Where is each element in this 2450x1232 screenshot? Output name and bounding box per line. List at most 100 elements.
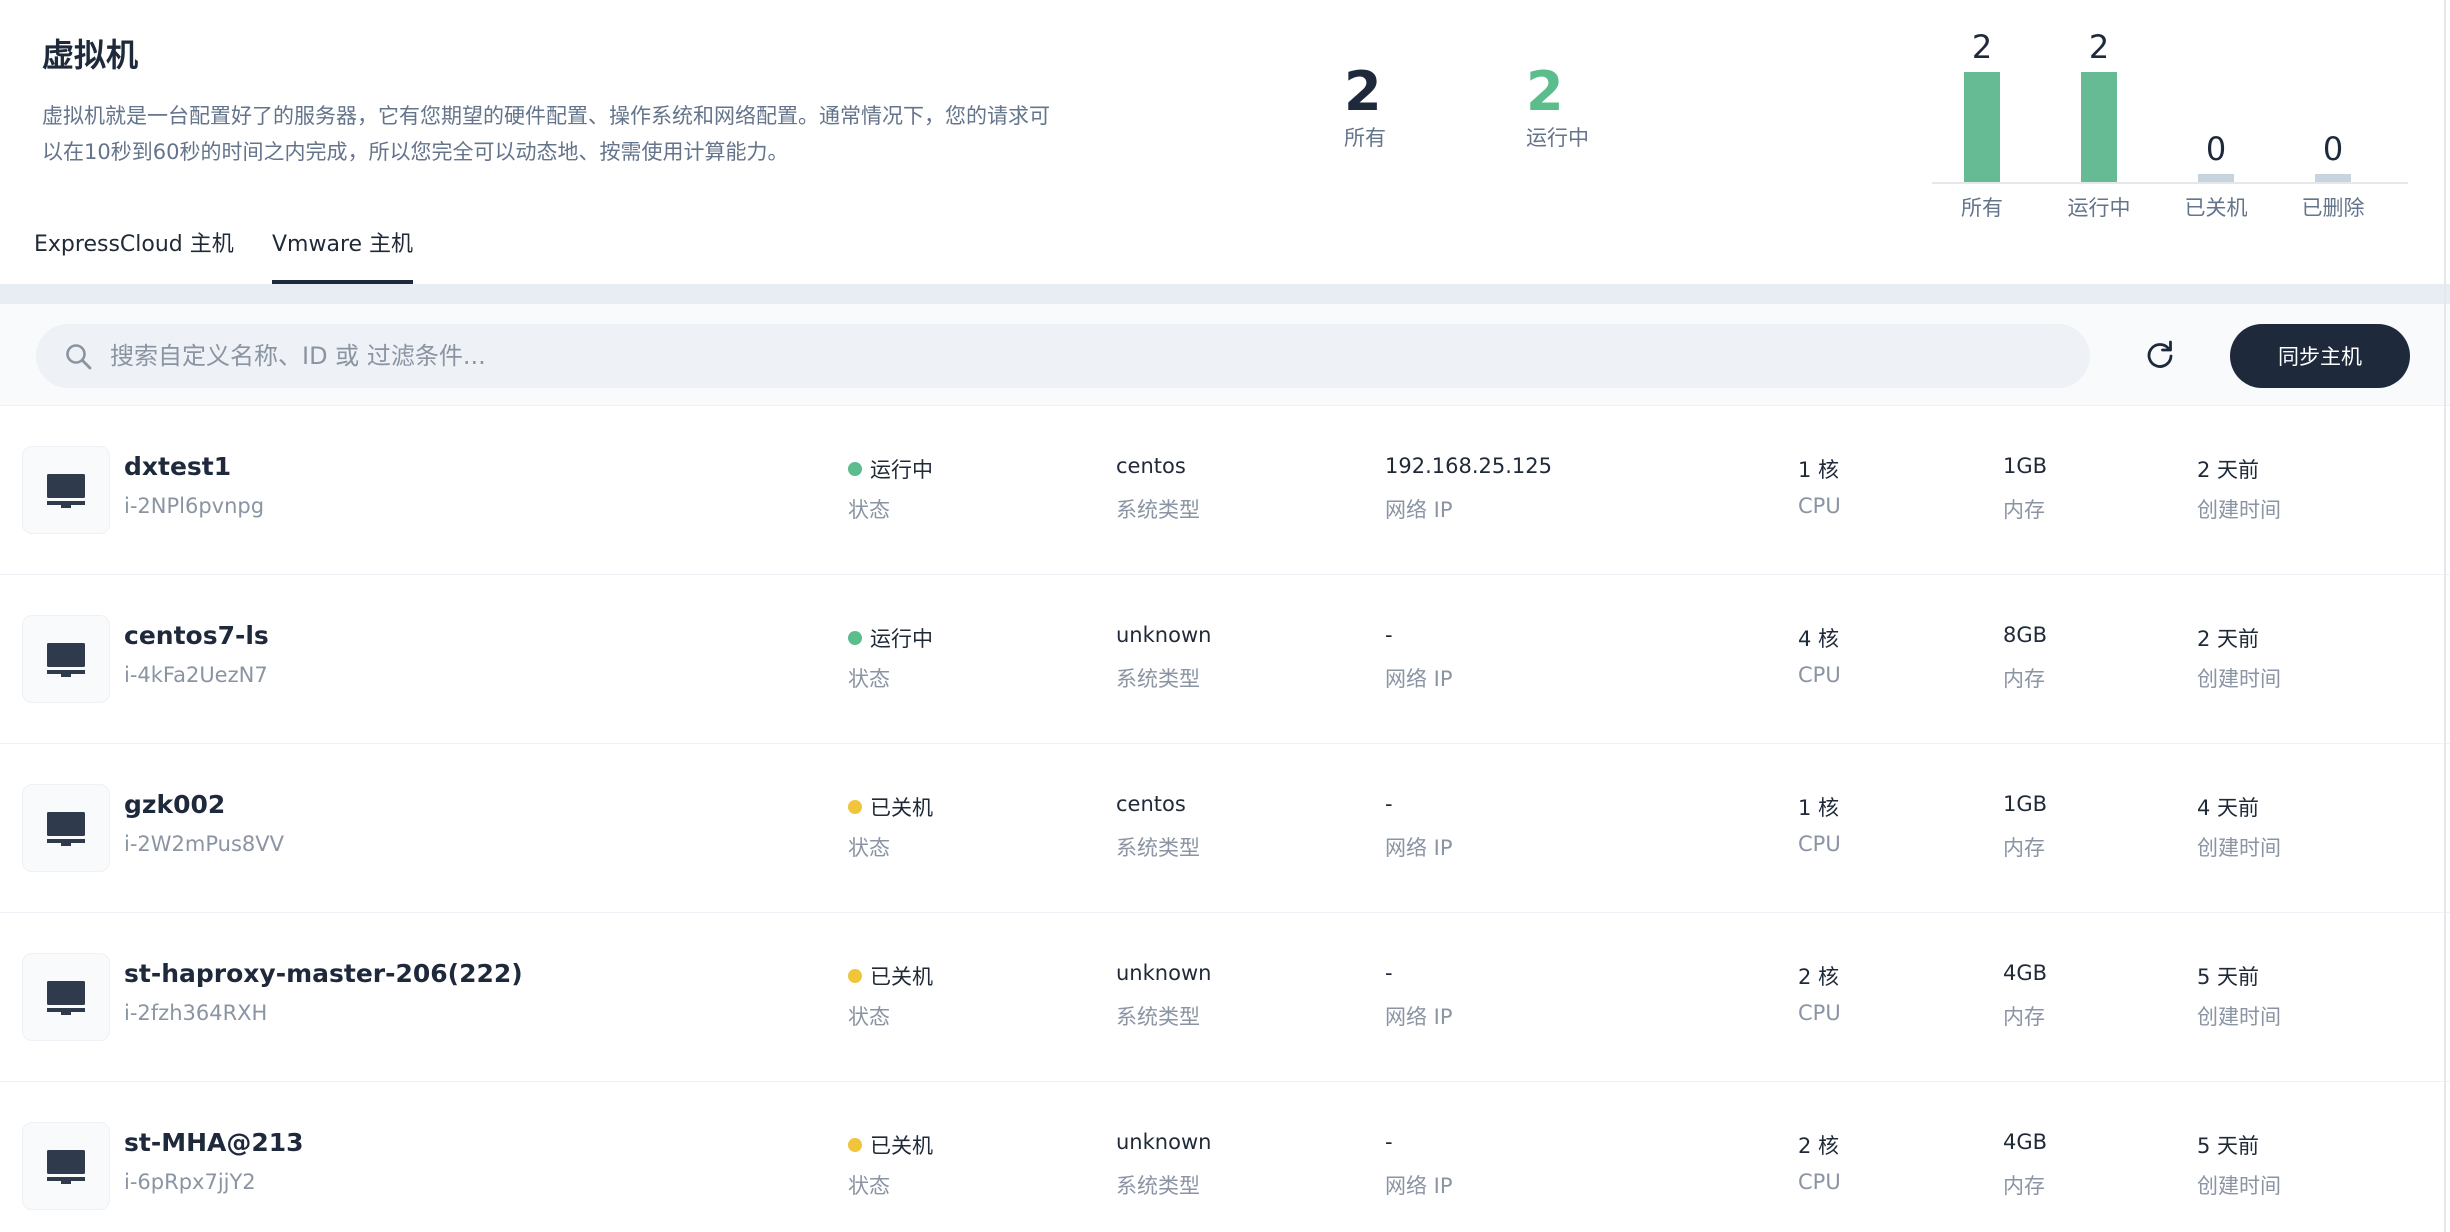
- vm-memory: 1GB: [2003, 454, 2048, 478]
- status-label: 状态: [848, 836, 890, 860]
- vm-name[interactable]: st-MHA@213: [124, 1128, 304, 1157]
- vm-ip: 192.168.25.125: [1385, 454, 1552, 478]
- vm-ip-cell: - 网络 IP: [1385, 1130, 1453, 1200]
- vm-ip-cell: - 网络 IP: [1385, 792, 1453, 862]
- chart-bar-label: 已关机: [2184, 196, 2248, 220]
- vm-row[interactable]: gzk002 i-2W2mPus8VV 已关机 状态 centos 系统类型 - 网络 IP 1…: [0, 744, 2450, 913]
- vm-created: 5 天前: [2197, 1134, 2260, 1158]
- toolbar: 同步主机: [0, 304, 2450, 406]
- vm-os-cell: centos 系统类型: [1116, 454, 1200, 524]
- vm-row[interactable]: centos7-ls i-4kFa2UezN7 运行中 状态 unknown 系统类型 - 网…: [0, 575, 2450, 744]
- status-dot-icon: [848, 1138, 862, 1152]
- vm-name[interactable]: centos7-ls: [124, 621, 269, 650]
- vm-id: i-6pRpx7jjY2: [124, 1170, 256, 1194]
- vm-memory: 4GB: [2003, 1130, 2048, 1154]
- status-dot-icon: [848, 462, 862, 476]
- chart-bar: [2198, 174, 2234, 182]
- status-dot-icon: [848, 800, 862, 814]
- chart-bar-group[interactable]: 2 运行中: [2049, 20, 2149, 230]
- vm-status-cell: 运行中 状态: [848, 623, 933, 693]
- stat-running[interactable]: 2 运行中: [1526, 62, 1589, 152]
- vm-memory: 8GB: [2003, 623, 2048, 647]
- vm-cpu-cell: 1 核 CPU: [1798, 454, 1841, 518]
- status-label: 状态: [848, 667, 890, 691]
- ip-label: 网络 IP: [1385, 836, 1453, 860]
- memory-label: 内存: [2003, 836, 2045, 860]
- chart-bar: [1964, 72, 2000, 182]
- vm-os-cell: unknown 系统类型: [1116, 1130, 1211, 1200]
- vm-memory: 4GB: [2003, 961, 2048, 985]
- vm-name[interactable]: dxtest1: [124, 452, 231, 481]
- vm-icon-box: [22, 953, 110, 1041]
- created-label: 创建时间: [2197, 1005, 2281, 1029]
- vm-os-cell: unknown 系统类型: [1116, 623, 1211, 693]
- page-header: 虚拟机 虚拟机就是一台配置好了的服务器，它有您期望的硬件配置、操作系统和网络配置…: [0, 0, 2450, 284]
- vm-row[interactable]: st-MHA@213 i-6pRpx7jjY2 已关机 状态 unknown 系统类型 - 网…: [0, 1082, 2450, 1232]
- chart-bar-label: 所有: [1961, 196, 2003, 220]
- vm-row[interactable]: st-haproxy-master-206(222) i-2fzh364RXH 已关…: [0, 913, 2450, 1082]
- vm-ip: -: [1385, 623, 1393, 647]
- refresh-icon[interactable]: [2138, 332, 2182, 376]
- chart-bar-group[interactable]: 0 已删除: [2283, 20, 2383, 230]
- search-input[interactable]: [110, 324, 2050, 388]
- memory-label: 内存: [2003, 1174, 2045, 1198]
- vm-created: 4 天前: [2197, 796, 2260, 820]
- vm-status-cell: 已关机状态: [848, 792, 933, 862]
- chart-bar-group[interactable]: 0 已关机: [2166, 20, 2266, 230]
- vm-created: 5 天前: [2197, 965, 2260, 989]
- vm-created: 2 天前: [2197, 627, 2260, 651]
- vm-status-cell: 已关机状态: [848, 961, 933, 1031]
- os-label: 系统类型: [1116, 836, 1200, 860]
- vm-cpu: 2 核: [1798, 1134, 1840, 1158]
- cpu-label: CPU: [1798, 663, 1841, 687]
- status-label: 状态: [848, 1005, 890, 1029]
- vm-created-cell: 2 天前创建时间: [2197, 454, 2281, 524]
- vm-row[interactable]: dxtest1 i-2NPl6pvnpg 运行中 状态 centos 系统类型 192.16…: [0, 406, 2450, 575]
- vm-status: 已关机: [870, 796, 933, 820]
- vm-memory-cell: 1GB 内存: [2003, 792, 2047, 862]
- created-label: 创建时间: [2197, 836, 2281, 860]
- chart-bar: [2315, 174, 2351, 182]
- vm-created-cell: 5 天前创建时间: [2197, 961, 2281, 1031]
- memory-label: 内存: [2003, 498, 2045, 522]
- vm-created: 2 天前: [2197, 458, 2260, 482]
- vm-ip: -: [1385, 1130, 1393, 1154]
- vm-cpu-cell: 1 核 CPU: [1798, 792, 1841, 856]
- created-label: 创建时间: [2197, 498, 2281, 522]
- stat-all[interactable]: 2 所有: [1344, 62, 1386, 152]
- vm-cpu: 1 核: [1798, 458, 1840, 482]
- os-label: 系统类型: [1116, 1005, 1200, 1029]
- vm-status: 运行中: [870, 458, 933, 482]
- vm-ip: -: [1385, 961, 1393, 985]
- chart-bar-label: 已删除: [2301, 196, 2365, 220]
- vm-icon-box: [22, 615, 110, 703]
- vm-cpu-cell: 4 核 CPU: [1798, 623, 1841, 687]
- vm-memory-cell: 4GB 内存: [2003, 961, 2047, 1031]
- vm-ip-cell: - 网络 IP: [1385, 623, 1453, 693]
- stat-running-value: 2: [1526, 60, 1564, 123]
- tab-vmware[interactable]: Vmware 主机: [272, 226, 414, 284]
- status-dot-icon: [848, 631, 862, 645]
- chart-bar-value: 0: [2205, 130, 2227, 168]
- vm-status-cell: 已关机 状态: [848, 1130, 933, 1200]
- chart-bar-value: 2: [2088, 28, 2110, 66]
- vm-created-cell: 5 天前 创建时间: [2197, 1130, 2281, 1200]
- memory-label: 内存: [2003, 667, 2045, 691]
- vm-os: unknown: [1116, 1130, 1212, 1154]
- vm-name[interactable]: gzk002: [124, 790, 225, 819]
- os-label: 系统类型: [1116, 1174, 1200, 1198]
- status-bar-chart: 2 所有 2 运行中 0 已关机 0 已删除: [1932, 20, 2408, 230]
- cpu-label: CPU: [1798, 1170, 1841, 1194]
- vm-cpu: 4 核: [1798, 627, 1840, 651]
- vm-created-cell: 2 天前 创建时间: [2197, 623, 2281, 693]
- vm-ip-cell: - 网络 IP: [1385, 961, 1453, 1031]
- tab-expresscloud[interactable]: ExpressCloud 主机: [34, 226, 234, 284]
- vm-ip-cell: 192.168.25.125 网络 IP: [1385, 454, 1552, 524]
- vm-status: 已关机: [870, 965, 933, 989]
- vm-name[interactable]: st-haproxy-master-206(222): [124, 959, 523, 988]
- page-title: 虚拟机: [42, 36, 139, 74]
- scrollbar-track[interactable]: [2444, 0, 2446, 1232]
- sync-hosts-button[interactable]: 同步主机: [2230, 324, 2410, 388]
- chart-bar-group[interactable]: 2 所有: [1932, 20, 2032, 230]
- vm-cpu: 1 核: [1798, 796, 1840, 820]
